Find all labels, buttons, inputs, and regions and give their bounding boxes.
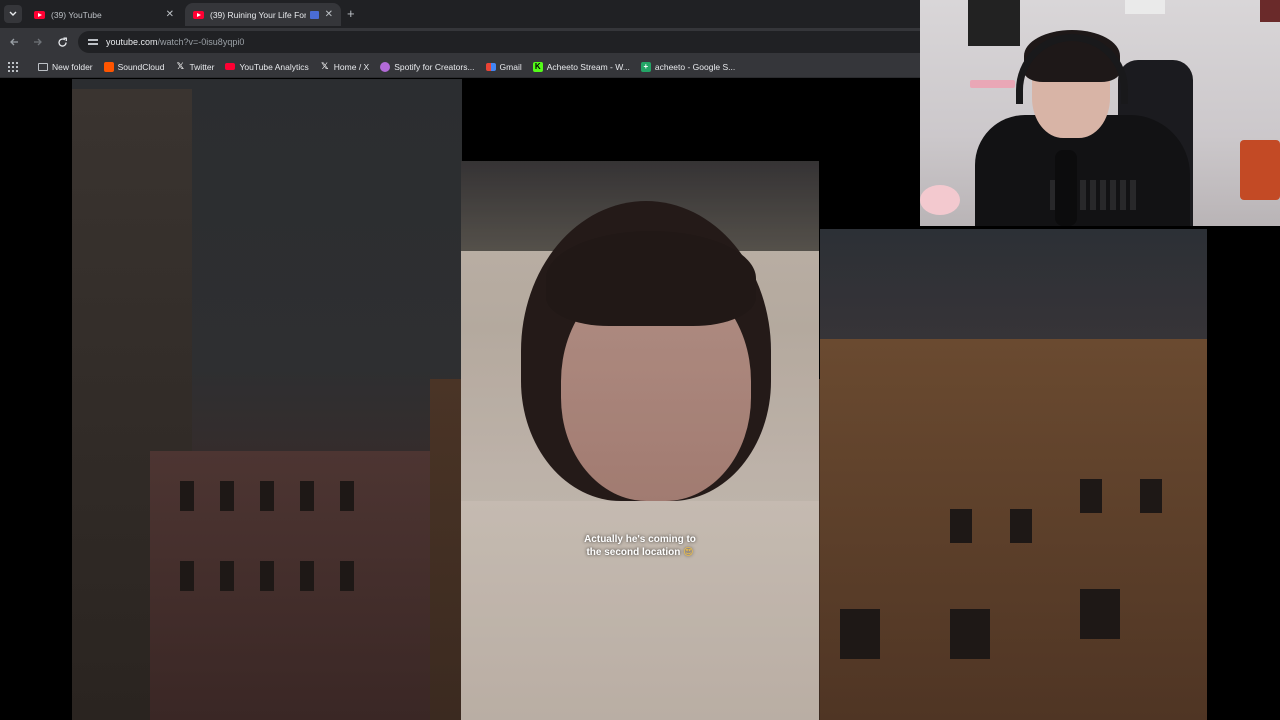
tab-active-video[interactable]: (39) Ruining Your Life For T ✕ — [185, 3, 341, 26]
forward-arrow-icon — [34, 38, 42, 46]
forward-button[interactable] — [30, 34, 46, 50]
bookmark-new-folder[interactable]: New folder — [38, 62, 93, 72]
youtube-icon — [34, 10, 45, 19]
address-bar[interactable]: youtube.com/watch?v=-0isu8yqpi0 — [78, 31, 920, 53]
caption-line-1: Actually he's coming to — [584, 534, 696, 545]
url-text: youtube.com/watch?v=-0isu8yqpi0 — [106, 37, 245, 47]
spotify-icon — [380, 61, 391, 72]
tab-title: (39) Ruining Your Life For T — [210, 9, 306, 20]
tab-strip: (39) YouTube ✕ (39) Ruining Your Life Fo… — [0, 0, 920, 28]
kick-icon: K — [532, 61, 543, 72]
folder-icon — [38, 62, 48, 71]
sheets-icon: + — [640, 61, 651, 72]
bookmark-youtube-analytics[interactable]: YouTube Analytics — [225, 62, 309, 72]
bookmark-home-x[interactable]: 𝕏 Home / X — [320, 61, 369, 72]
bookmark-twitter[interactable]: 𝕏 Twitter — [175, 61, 215, 72]
tab-search-button[interactable] — [4, 5, 22, 23]
building-image — [150, 451, 460, 720]
shelf — [970, 80, 1015, 88]
bookmark-soundcloud[interactable]: SoundCloud — [103, 61, 164, 72]
soundcloud-icon — [103, 61, 114, 72]
bag — [1240, 140, 1280, 200]
new-tab-button[interactable]: + — [347, 6, 355, 21]
bookmark-acheeto-stream[interactable]: K Acheeto Stream - W... — [532, 61, 630, 72]
reload-icon — [57, 37, 67, 47]
reload-button[interactable] — [54, 34, 70, 50]
bookmark-acheeto-sheets[interactable]: + acheeto - Google S... — [640, 61, 735, 72]
wall-poster — [1260, 0, 1280, 22]
heart-eyes-emoji: 😍 — [683, 547, 694, 558]
microphone — [1055, 150, 1077, 226]
back-button[interactable] — [6, 34, 22, 50]
wall-poster — [1125, 0, 1165, 14]
apps-grid-icon[interactable] — [8, 61, 18, 72]
browser-toolbar: youtube.com/watch?v=-0isu8yqpi0 — [0, 28, 920, 56]
building-image — [820, 339, 1207, 720]
wall-poster — [968, 0, 1020, 46]
site-info-icon[interactable] — [88, 37, 98, 47]
gmail-icon — [485, 62, 496, 71]
back-arrow-icon — [10, 38, 18, 46]
webcam-overlay — [920, 0, 1280, 226]
chevron-down-icon — [9, 11, 17, 16]
x-icon: 𝕏 — [321, 61, 329, 71]
embedded-phone-clip: Actually he's coming to the second locat… — [461, 161, 819, 720]
x-icon: 𝕏 — [176, 61, 185, 71]
caption-line-2: the second location 😍 — [586, 547, 694, 558]
tab-youtube[interactable]: (39) YouTube ✕ — [26, 3, 182, 26]
close-icon[interactable]: ✕ — [166, 9, 174, 20]
youtube-icon — [193, 10, 204, 19]
tab-title: (39) YouTube — [51, 9, 102, 20]
bookmarks-bar: New folder SoundCloud 𝕏 Twitter YouTube A… — [0, 56, 920, 78]
youtube-icon — [225, 63, 236, 70]
cast-icon — [309, 10, 319, 19]
bookmark-spotify-creators[interactable]: Spotify for Creators... — [380, 61, 475, 72]
close-icon[interactable]: ✕ — [325, 9, 333, 20]
bookmark-gmail[interactable]: Gmail — [485, 62, 522, 72]
plush-toy — [920, 185, 960, 215]
video-caption: Actually he's coming to the second locat… — [461, 533, 819, 559]
